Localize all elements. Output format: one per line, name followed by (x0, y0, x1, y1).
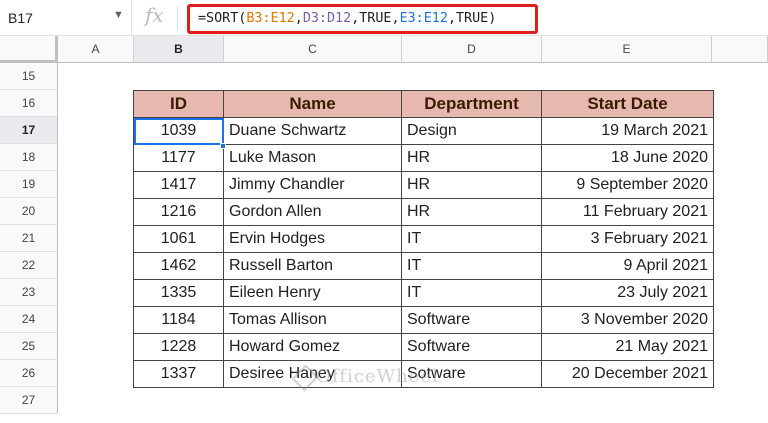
cell-id[interactable]: 1184 (133, 306, 224, 334)
column-header-empty[interactable] (712, 36, 768, 63)
cell-id[interactable]: 1417 (133, 171, 224, 199)
column-header-b[interactable]: B (134, 36, 224, 63)
watermark: OfficeWheel (316, 366, 439, 387)
formula-bar: B17 ▼ fx =SORT(B3:E12,D3:D12,TRUE,E3:E12… (0, 0, 768, 36)
table-row: 1228 Howard Gomez Software 21 May 2021 (133, 333, 714, 361)
row-header-20[interactable]: 20 (0, 198, 58, 225)
cell-start-date[interactable]: 21 May 2021 (541, 333, 714, 361)
formula-input[interactable]: =SORT(B3:E12,D3:D12,TRUE,E3:E12,TRUE) (187, 4, 538, 34)
name-box[interactable]: B17 ▼ (0, 0, 132, 36)
table-row: 1335 Eileen Henry IT 23 July 2021 (133, 279, 714, 307)
cell-id[interactable]: 1337 (133, 360, 224, 388)
column-header-a[interactable]: A (58, 36, 134, 63)
row-header-22[interactable]: 22 (0, 252, 58, 279)
cell-name[interactable]: Gordon Allen (223, 198, 402, 226)
cell-start-date[interactable]: 18 June 2020 (541, 144, 714, 172)
formula-part: D3:D12 (302, 11, 352, 26)
row-header-25[interactable]: 25 (0, 333, 58, 360)
cell-department[interactable]: Software (401, 306, 542, 334)
cell-department[interactable]: HR (401, 171, 542, 199)
cell-start-date[interactable]: 3 November 2020 (541, 306, 714, 334)
row-header-19[interactable]: 19 (0, 171, 58, 198)
row-header-15[interactable]: 15 (0, 63, 58, 90)
column-header-d[interactable]: D (402, 36, 542, 63)
cell-department[interactable]: Software (401, 333, 542, 361)
cell-department[interactable]: IT (401, 225, 542, 253)
formula-part: , (294, 11, 303, 26)
formula-part: =SORT( (198, 11, 247, 26)
header-start-date[interactable]: Start Date (541, 90, 714, 118)
formula-part: ,TRUE) (447, 11, 497, 26)
table-row: 1216 Gordon Allen HR 11 February 2021 (133, 198, 714, 226)
cell-id[interactable]: 1177 (133, 144, 224, 172)
data-table: ID Name Department Start Date 1039 Duane … (133, 90, 714, 388)
column-header-c[interactable]: C (224, 36, 402, 63)
cell-name[interactable]: Eileen Henry (223, 279, 402, 307)
cell-id[interactable]: 1039 (133, 117, 224, 145)
cell-name[interactable]: Jimmy Chandler (223, 171, 402, 199)
row-header-27[interactable]: 27 (0, 387, 58, 414)
cell-id[interactable]: 1216 (133, 198, 224, 226)
header-id[interactable]: ID (133, 90, 224, 118)
cell-department[interactable]: HR (401, 144, 542, 172)
row-header-23[interactable]: 23 (0, 279, 58, 306)
table-row: 1417 Jimmy Chandler HR 9 September 2020 (133, 171, 714, 199)
formula-part: ,TRUE, (351, 11, 400, 26)
formula-part: E3:E12 (399, 11, 448, 26)
row-header-26[interactable]: 26 (0, 360, 58, 387)
cell-id[interactable]: 1335 (133, 279, 224, 307)
cell-name[interactable]: Russell Barton (223, 252, 402, 280)
cell-name[interactable]: Luke Mason (223, 144, 402, 172)
row-header-17[interactable]: 17 (0, 117, 58, 144)
cell-name[interactable]: Howard Gomez (223, 333, 402, 361)
cell-department[interactable]: Design (401, 117, 542, 145)
cell-name[interactable]: Duane Schwartz (223, 117, 402, 145)
cell-id[interactable]: 1462 (133, 252, 224, 280)
divider (177, 6, 178, 30)
column-header-e[interactable]: E (542, 36, 712, 63)
cell-id[interactable]: 1061 (133, 225, 224, 253)
cell-department[interactable]: IT (401, 252, 542, 280)
fill-handle[interactable] (220, 143, 226, 149)
cell-reference: B17 (8, 10, 33, 26)
cell-start-date[interactable]: 19 March 2021 (541, 117, 714, 145)
row-header-21[interactable]: 21 (0, 225, 58, 252)
cell-department[interactable]: IT (401, 279, 542, 307)
table-row: 1039 Duane Schwartz Design 19 March 2021 (133, 117, 714, 145)
table-header-row: ID Name Department Start Date (133, 90, 714, 118)
function-icon: fx (145, 3, 164, 27)
row-header-16[interactable]: 16 (0, 90, 58, 117)
table-row: 1462 Russell Barton IT 9 April 2021 (133, 252, 714, 280)
select-all-corner[interactable] (0, 36, 58, 63)
cell-start-date[interactable]: 3 February 2021 (541, 225, 714, 253)
cell-start-date[interactable]: 23 July 2021 (541, 279, 714, 307)
table-row: 1184 Tomas Allison Software 3 November 2020 (133, 306, 714, 334)
row-header-24[interactable]: 24 (0, 306, 58, 333)
cell-start-date[interactable]: 9 April 2021 (541, 252, 714, 280)
row-header-18[interactable]: 18 (0, 144, 58, 171)
cell-start-date[interactable]: 11 February 2021 (541, 198, 714, 226)
cell-name[interactable]: Tomas Allison (223, 306, 402, 334)
chevron-down-icon[interactable]: ▼ (113, 9, 124, 21)
cell-department[interactable]: HR (401, 198, 542, 226)
header-department[interactable]: Department (401, 90, 542, 118)
formula-part: B3:E12 (246, 11, 295, 26)
cell-id[interactable]: 1228 (133, 333, 224, 361)
cell-start-date[interactable]: 9 September 2020 (541, 171, 714, 199)
header-name[interactable]: Name (223, 90, 402, 118)
table-row: 1061 Ervin Hodges IT 3 February 2021 (133, 225, 714, 253)
formula-text: =SORT(B3:E12,D3:D12,TRUE,E3:E12,TRUE) (198, 11, 496, 26)
cell-name[interactable]: Ervin Hodges (223, 225, 402, 253)
cell-start-date[interactable]: 20 December 2021 (541, 360, 714, 388)
